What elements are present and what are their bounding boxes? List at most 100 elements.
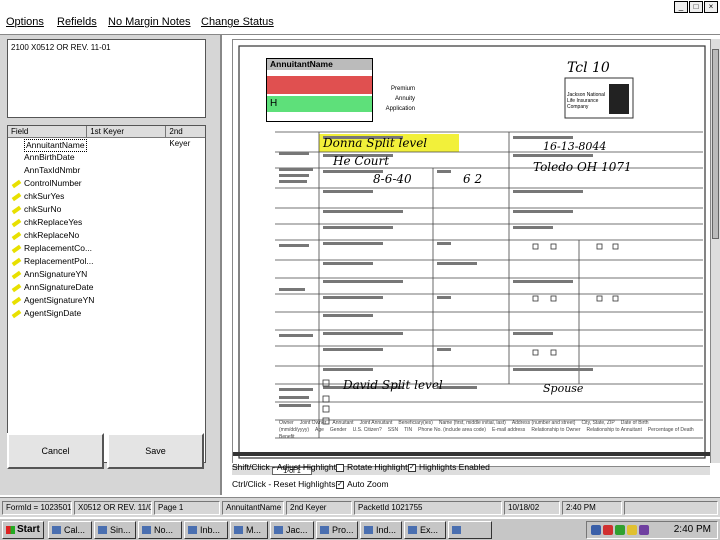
column-header-2nd-keyer[interactable]: 2nd Keyer: [166, 126, 205, 148]
field-name: chkSurYes: [24, 191, 65, 201]
field-name: AnnSignatureDate: [24, 282, 94, 292]
popup-title: AnnuitantName: [267, 59, 372, 70]
cancel-button[interactable]: Cancel: [7, 433, 104, 469]
check-mark-icon: [11, 178, 22, 189]
status-keyer: 2nd Keyer: [286, 501, 352, 515]
field-list-item[interactable]: ReplacementCo...: [8, 242, 205, 255]
form-label: Address (number and street): [511, 420, 576, 426]
field-list-item[interactable]: chkSurYes: [8, 190, 205, 203]
shift-click-hint: Shift/Click - Adjust Highlights: [232, 462, 341, 472]
field-list-item[interactable]: ControlNumber: [8, 177, 205, 190]
field-name: ReplacementPol...: [24, 256, 94, 266]
check-mark-icon: [11, 269, 22, 280]
form-field-labels: Owner Joint Owner Annuitant Joint Annuitant…: [279, 420, 699, 450]
field-list-item[interactable]: ReplacementPol...: [8, 255, 205, 268]
field-name: AgentSignatureYN: [24, 295, 95, 305]
handwritten-id-number: 16-13-8044: [543, 140, 607, 153]
column-header-field[interactable]: Field: [8, 126, 88, 137]
handwritten-age: 6 2: [463, 172, 483, 186]
status-empty: [624, 501, 718, 515]
field-list-item[interactable]: AgentSignatureYN: [8, 294, 205, 307]
check-mark-icon: [11, 295, 22, 306]
auto-zoom-option[interactable]: ✓ Auto Zoom: [336, 479, 389, 489]
rotate-highlights-option[interactable]: Rotate Highlights: [336, 462, 412, 472]
check-mark-icon: [11, 243, 22, 254]
highlights-enabled-checkbox[interactable]: ✓: [408, 463, 416, 472]
form-label: Annuitant: [332, 420, 354, 426]
field-name: AnnBirthDate: [24, 152, 75, 162]
highlights-enabled-option[interactable]: ✓ Highlights Enabled: [408, 462, 490, 472]
field-list-header: Field 1st Keyer 2nd Keyer: [8, 126, 205, 148]
handwritten-annuitant-name: Donna Split level: [323, 136, 428, 150]
field-name: chkSurNo: [24, 204, 62, 214]
field-list-item[interactable]: AnnBirthDate: [8, 151, 205, 164]
field-list-item[interactable]: AnnSignatureDate: [8, 281, 205, 294]
check-mark-icon: [11, 282, 22, 293]
form-label: Beneficiary(ies): [398, 420, 433, 426]
status-time: 2:40 PM: [562, 501, 622, 515]
field-name: AnnSignatureYN: [24, 269, 88, 279]
taskbar-task-button[interactable]: Ex...: [404, 521, 446, 539]
start-button[interactable]: Start: [2, 521, 44, 539]
taskbar-task-button[interactable]: Inb...: [184, 521, 228, 539]
highlights-enabled-label: Highlights Enabled: [419, 462, 490, 472]
column-header-1st-keyer[interactable]: 1st Keyer: [87, 126, 167, 137]
check-mark-icon: [11, 191, 22, 202]
field-list[interactable]: Field 1st Keyer 2nd Keyer AnnuitantName A…: [7, 125, 206, 463]
field-name: ReplacementCo...: [24, 243, 93, 253]
vertical-scroll-thumb[interactable]: [712, 49, 719, 239]
status-bar: FormId = 1023501 X0512 OR REV. 11/01 Pag…: [0, 497, 720, 517]
form-label: Gender: [329, 427, 347, 433]
close-button[interactable]: ×: [704, 1, 718, 13]
company-name: Jackson National Life Insurance Company: [567, 92, 606, 110]
field-list-item[interactable]: chkReplaceNo: [8, 229, 205, 242]
minimize-button[interactable]: _: [674, 1, 688, 13]
handwritten-beneficiary: David Split level: [343, 378, 443, 392]
tray-mail-icon[interactable]: [627, 525, 637, 535]
handwritten-page-number: Tcl 10: [567, 60, 610, 76]
status-form: X0512 OR REV. 11/01: [74, 501, 152, 515]
left-pane: 2100 X0512 OR REV. 11-01 Field 1st Keyer…: [0, 35, 222, 495]
taskbar-task-button[interactable]: Pro...: [316, 521, 358, 539]
save-button[interactable]: Save: [107, 433, 204, 469]
taskbar-task-button[interactable]: [448, 521, 492, 539]
menu-no-margin-notes[interactable]: No Margin Notes: [108, 16, 191, 28]
field-list-item[interactable]: AnnuitantName: [8, 138, 205, 152]
taskbar: Start Cal... Sin... No... Inb... M... Jac... P…: [0, 518, 720, 540]
auto-zoom-checkbox[interactable]: ✓: [336, 480, 344, 489]
form-label: City, State, ZIP: [581, 420, 615, 426]
maximize-button[interactable]: □: [689, 1, 703, 13]
check-mark-icon: [11, 204, 22, 215]
vertical-scrollbar[interactable]: [710, 39, 720, 463]
field-name: chkReplaceYes: [24, 217, 83, 227]
status-formid: FormId = 1023501: [2, 501, 72, 515]
status-packet: PacketId 1021755: [354, 501, 502, 515]
ctrl-click-hint: Ctrl/Click - Reset Highlights: [232, 479, 336, 489]
popup-key1-value[interactable]: [267, 76, 372, 94]
field-popup[interactable]: AnnuitantName H: [266, 58, 373, 122]
taskbar-task-button[interactable]: M...: [230, 521, 268, 539]
menu-refields[interactable]: Refields: [57, 16, 97, 28]
document-id-box: 2100 X0512 OR REV. 11-01: [7, 39, 206, 118]
field-list-item[interactable]: AnnTaxIdNmbr: [8, 164, 205, 177]
tray-alert-icon[interactable]: [603, 525, 613, 535]
field-list-item[interactable]: AnnSignatureYN: [8, 268, 205, 281]
field-list-item[interactable]: chkSurNo: [8, 203, 205, 216]
taskbar-task-button[interactable]: Cal...: [48, 521, 92, 539]
popup-entry-field[interactable]: H: [267, 96, 372, 112]
field-list-item[interactable]: chkReplaceYes: [8, 216, 205, 229]
field-name: ControlNumber: [24, 178, 82, 188]
field-list-item[interactable]: AgentSignDate: [8, 307, 205, 320]
menu-change-status[interactable]: Change Status: [201, 16, 274, 28]
tray-app-icon[interactable]: [639, 525, 649, 535]
tray-network-icon[interactable]: [591, 525, 601, 535]
rotate-highlights-checkbox[interactable]: [336, 463, 344, 472]
menu-options[interactable]: Options: [6, 16, 44, 28]
tray-status-icon[interactable]: [615, 525, 625, 535]
taskbar-task-button[interactable]: Ind...: [360, 521, 402, 539]
form-label: Owner: [279, 420, 294, 426]
taskbar-task-button[interactable]: Sin...: [94, 521, 136, 539]
handwritten-address: He Court: [333, 154, 390, 168]
taskbar-task-button[interactable]: Jac...: [270, 521, 314, 539]
taskbar-task-button[interactable]: No...: [138, 521, 182, 539]
